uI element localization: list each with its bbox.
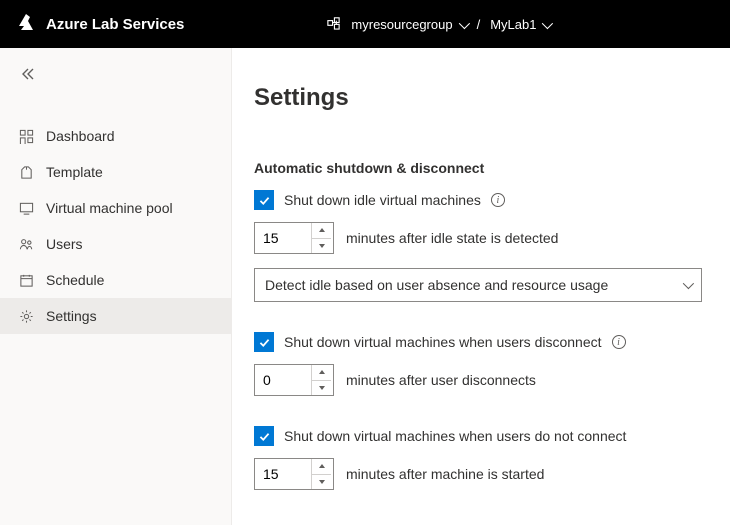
checkbox-disconnect-label: Shut down virtual machines when users di… — [284, 334, 602, 350]
sidebar-item-schedule[interactable]: Schedule — [0, 262, 231, 298]
setting-noconnect: Shut down virtual machines when users do… — [254, 426, 708, 490]
checkbox-disconnect[interactable] — [254, 332, 274, 352]
disconnect-helper: minutes after user disconnects — [346, 372, 536, 388]
sidebar-item-label: Template — [46, 164, 103, 180]
dashboard-icon — [18, 129, 34, 144]
idle-minutes-up[interactable] — [312, 223, 331, 239]
sidebar-item-users[interactable]: Users — [0, 226, 231, 262]
chevron-down-icon — [319, 244, 325, 248]
disconnect-minutes-up[interactable] — [312, 365, 331, 381]
checkbox-idle[interactable] — [254, 190, 274, 210]
chevron-down-icon — [542, 17, 550, 32]
idle-detection-dropdown[interactable]: Detect idle based on user absence and re… — [254, 268, 702, 302]
chevron-up-icon — [319, 370, 325, 374]
monitor-icon — [18, 201, 34, 216]
template-icon — [18, 165, 34, 180]
info-icon[interactable]: i — [491, 193, 505, 207]
idle-minutes-input[interactable] — [255, 223, 311, 253]
noconnect-minutes-input[interactable] — [255, 459, 311, 489]
breadcrumb-resource-group[interactable]: myresourcegroup — [351, 17, 466, 32]
sidebar-item-template[interactable]: Template — [0, 154, 231, 190]
checkbox-noconnect-label: Shut down virtual machines when users do… — [284, 428, 626, 444]
chevron-down-icon — [319, 386, 325, 390]
brand-text: Azure Lab Services — [46, 16, 184, 33]
sidebar-item-vm-pool[interactable]: Virtual machine pool — [0, 190, 231, 226]
nav-list: Dashboard Template Virtual machine pool … — [0, 118, 231, 334]
noconnect-minutes-down[interactable] — [312, 475, 331, 490]
idle-minutes-down[interactable] — [312, 239, 331, 254]
sidebar: Dashboard Template Virtual machine pool … — [0, 48, 232, 525]
info-icon[interactable]: i — [612, 335, 626, 349]
checkbox-noconnect[interactable] — [254, 426, 274, 446]
idle-minutes-input-wrap — [254, 222, 334, 254]
noconnect-helper: minutes after machine is started — [346, 466, 544, 482]
breadcrumb: myresourcegroup / MyLab1 — [326, 15, 550, 33]
chevron-down-icon — [459, 17, 467, 32]
check-icon — [258, 194, 271, 207]
azure-logo-icon — [16, 12, 36, 36]
chevron-up-icon — [319, 228, 325, 232]
idle-helper: minutes after idle state is detected — [346, 230, 558, 246]
sidebar-item-settings[interactable]: Settings — [0, 298, 231, 334]
page-title: Settings — [254, 84, 708, 112]
sidebar-item-label: Schedule — [46, 272, 104, 288]
check-icon — [258, 336, 271, 349]
sidebar-item-dashboard[interactable]: Dashboard — [0, 118, 231, 154]
gear-icon — [18, 309, 34, 324]
resource-group-icon — [326, 15, 341, 33]
setting-disconnect: Shut down virtual machines when users di… — [254, 332, 708, 396]
top-bar: Azure Lab Services myresourcegroup / MyL… — [0, 0, 730, 48]
sidebar-item-label: Users — [46, 236, 83, 252]
disconnect-minutes-input[interactable] — [255, 365, 311, 395]
noconnect-minutes-up[interactable] — [312, 459, 331, 475]
chevron-down-icon — [319, 480, 325, 484]
noconnect-minutes-input-wrap — [254, 458, 334, 490]
main-content: Settings Automatic shutdown & disconnect… — [232, 48, 730, 525]
chevron-up-icon — [319, 464, 325, 468]
sidebar-item-label: Virtual machine pool — [46, 200, 173, 216]
breadcrumb-lab-label: MyLab1 — [490, 17, 536, 32]
chevron-down-icon — [683, 278, 694, 289]
checkbox-idle-label: Shut down idle virtual machines — [284, 192, 481, 208]
disconnect-minutes-down[interactable] — [312, 381, 331, 396]
collapse-sidebar-button[interactable] — [0, 56, 231, 92]
breadcrumb-lab[interactable]: MyLab1 — [490, 17, 550, 32]
disconnect-minutes-input-wrap — [254, 364, 334, 396]
sidebar-item-label: Settings — [46, 308, 97, 324]
calendar-icon — [18, 273, 34, 288]
breadcrumb-separator: / — [477, 17, 481, 32]
chevron-double-left-icon — [20, 66, 36, 82]
sidebar-item-label: Dashboard — [46, 128, 115, 144]
breadcrumb-resource-group-label: myresourcegroup — [351, 17, 452, 32]
users-icon — [18, 237, 34, 252]
idle-detection-selected: Detect idle based on user absence and re… — [265, 277, 608, 293]
check-icon — [258, 430, 271, 443]
brand: Azure Lab Services — [16, 12, 184, 36]
setting-idle: Shut down idle virtual machines i minute… — [254, 190, 708, 302]
section-heading: Automatic shutdown & disconnect — [254, 160, 708, 176]
